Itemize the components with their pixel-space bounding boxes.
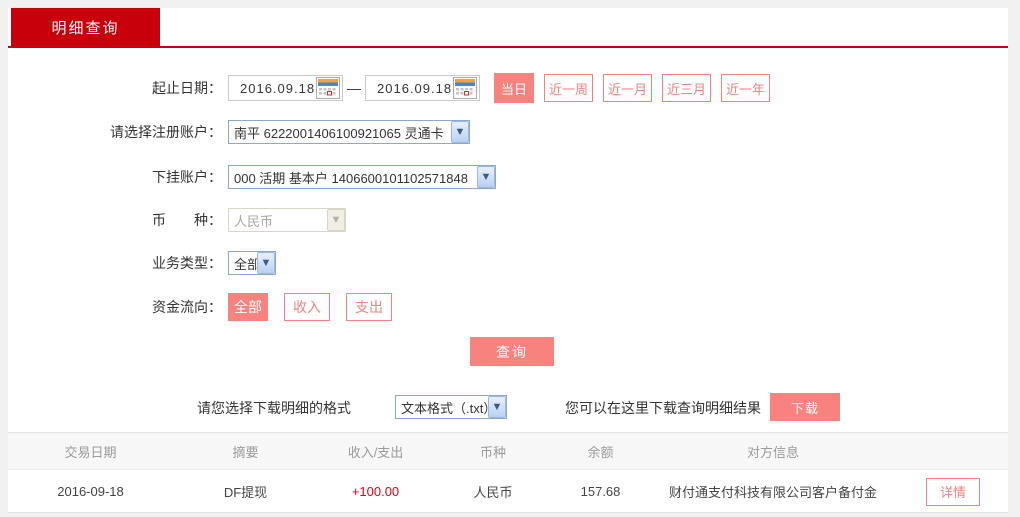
fund-direction-income-button[interactable]: 收入 bbox=[284, 293, 330, 321]
quick-range-3month-button[interactable]: 近三月 bbox=[662, 74, 712, 102]
fund-direction-row: 资金流向： 全部 收入 支出 bbox=[8, 292, 408, 322]
chevron-down-icon: ▼ bbox=[257, 252, 275, 274]
calendar-icon[interactable] bbox=[316, 77, 340, 99]
business-type-value: 全部 bbox=[234, 256, 257, 272]
download-button[interactable]: 下载 bbox=[770, 393, 840, 421]
register-account-label: 请选择注册账户： bbox=[110, 124, 222, 140]
sub-account-select[interactable]: 000 活期 基本户 1406600101102571848 ▼ bbox=[228, 165, 496, 189]
start-date-input[interactable]: 2016.09.18 bbox=[228, 75, 343, 101]
tab-detail-query[interactable]: 明细查询 bbox=[11, 8, 160, 46]
sub-account-label: 下挂账户： bbox=[152, 169, 222, 185]
cell-counterparty: 财付通支付科技有限公司客户备付金 bbox=[668, 485, 877, 500]
header-summary: 摘要 bbox=[232, 444, 259, 460]
register-account-row: 请选择注册账户： 南平 6222001406100921065 灵通卡 ▼ bbox=[8, 119, 470, 145]
end-date-input[interactable]: 2016.09.18 bbox=[365, 75, 480, 101]
download-format-select[interactable]: 文本格式（.txt） ▼ bbox=[395, 395, 507, 419]
calendar-icon[interactable] bbox=[453, 77, 477, 99]
chevron-down-icon: ▼ bbox=[488, 396, 506, 418]
cell-currency: 人民币 bbox=[473, 485, 513, 500]
fund-direction-expense-button[interactable]: 支出 bbox=[346, 293, 392, 321]
currency-select: 人民币 ▼ bbox=[228, 208, 346, 232]
quick-range-year-button[interactable]: 近一年 bbox=[721, 74, 771, 102]
header-counterparty: 对方信息 bbox=[746, 444, 799, 460]
business-type-row: 业务类型： 全部 ▼ bbox=[8, 251, 276, 275]
header-trade-date: 交易日期 bbox=[64, 444, 117, 460]
currency-row: 币 种： 人民币 ▼ bbox=[8, 207, 346, 233]
download-hint: 您可以在这里下载查询明细结果 bbox=[565, 400, 761, 416]
table-header: 交易日期 摘要 收入/支出 币种 余额 对方信息 bbox=[8, 432, 1008, 470]
end-date-value: 2016.09.18 bbox=[377, 80, 453, 96]
download-format-label: 请您选择下载明细的格式 bbox=[197, 400, 351, 416]
currency-value: 人民币 bbox=[234, 213, 274, 229]
header-balance: 余额 bbox=[587, 444, 614, 460]
download-row: 请您选择下载明细的格式 文本格式（.txt） ▼ 您可以在这里下载查询明细结果 … bbox=[8, 393, 1008, 421]
tab-underline bbox=[8, 46, 1008, 48]
business-type-select[interactable]: 全部 ▼ bbox=[228, 251, 276, 275]
cell-balance: 157.68 bbox=[580, 484, 621, 499]
date-range-row: 起止日期： 2016.09.18 — 2016.09.18 当日 近一周 近一月… bbox=[8, 72, 771, 104]
quick-range-week-button[interactable]: 近一周 bbox=[544, 74, 594, 102]
sub-account-row: 下挂账户： 000 活期 基本户 1406600101102571848 ▼ bbox=[8, 164, 496, 190]
query-button[interactable]: 查询 bbox=[470, 337, 554, 366]
cell-summary: DF提现 bbox=[223, 485, 268, 500]
quick-range-month-button[interactable]: 近一月 bbox=[603, 74, 653, 102]
fund-direction-all-button[interactable]: 全部 bbox=[228, 293, 268, 321]
chevron-down-icon: ▼ bbox=[327, 209, 345, 231]
chevron-down-icon: ▼ bbox=[451, 121, 469, 143]
quick-range-today-button[interactable]: 当日 bbox=[494, 73, 534, 103]
detail-button[interactable]: 详情 bbox=[926, 477, 980, 506]
register-account-select[interactable]: 南平 6222001406100921065 灵通卡 ▼ bbox=[228, 120, 470, 144]
start-date-value: 2016.09.18 bbox=[240, 80, 316, 96]
register-account-value: 南平 6222001406100921065 灵通卡 bbox=[234, 125, 444, 141]
download-format-value: 文本格式（.txt） bbox=[401, 400, 488, 416]
header-currency: 币种 bbox=[479, 444, 506, 460]
currency-label: 币 种： bbox=[152, 212, 222, 228]
content-panel: 明细查询 起止日期： 2016.09.18 — 2016.09.18 当日 近一… bbox=[8, 8, 1008, 513]
sub-account-value: 000 活期 基本户 1406600101102571848 bbox=[234, 170, 468, 186]
tab-label: 明细查询 bbox=[51, 19, 120, 37]
cell-trade-date: 2016-09-18 bbox=[57, 484, 124, 499]
business-type-label: 业务类型： bbox=[152, 255, 222, 271]
cell-amount: +100.00 bbox=[351, 484, 400, 499]
table-row: 2016-09-18 DF提现 +100.00 人民币 157.68 财付通支付… bbox=[8, 471, 1008, 513]
fund-direction-label: 资金流向： bbox=[152, 299, 222, 315]
chevron-down-icon: ▼ bbox=[477, 166, 495, 188]
date-range-separator: — bbox=[347, 80, 361, 96]
header-income-expense: 收入/支出 bbox=[347, 444, 404, 460]
date-range-label: 起止日期： bbox=[152, 80, 222, 96]
